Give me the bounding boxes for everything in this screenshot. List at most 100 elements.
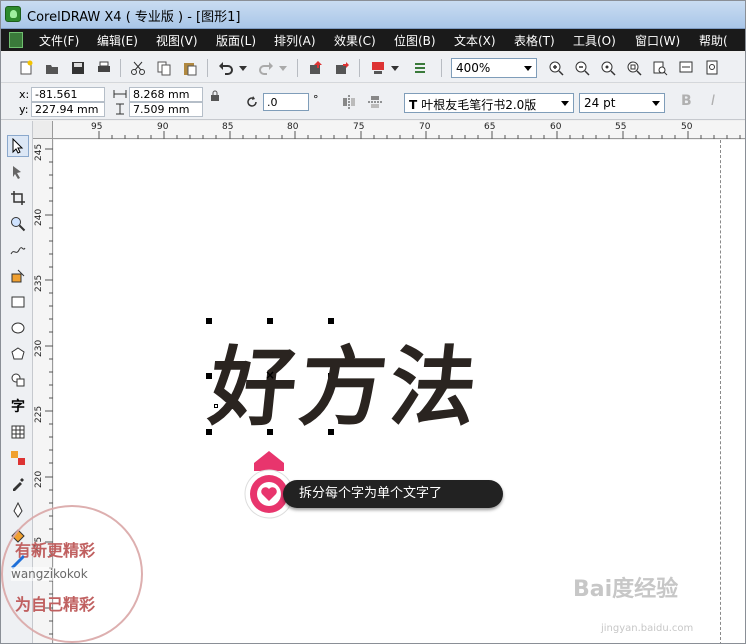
zoom-selected-icon[interactable] (597, 57, 619, 79)
menu-tools[interactable]: 工具(O) (573, 32, 616, 49)
rotation-icon (245, 95, 259, 109)
redo-icon[interactable] (255, 57, 277, 79)
document-icon[interactable] (9, 32, 23, 48)
horizontal-ruler[interactable]: 95 90 85 80 75 70 65 60 55 50 (33, 121, 745, 139)
horizontal-ruler-ticks (98, 131, 741, 139)
lock-ratio-icon[interactable] (209, 90, 221, 102)
menu-text[interactable]: 文本(X) (454, 32, 496, 49)
font-size-select[interactable]: 24 pt (579, 93, 665, 113)
italic-button[interactable]: I (711, 93, 715, 109)
y-label: y: (19, 103, 29, 116)
font-icon: T (409, 98, 418, 112)
width-field[interactable]: 8.268 mm (129, 87, 203, 102)
shape-tool-icon[interactable] (7, 161, 29, 183)
launcher-dropdown-icon[interactable] (389, 57, 401, 79)
x-position-field[interactable]: -81.561 mm (31, 87, 105, 114)
coreldraw-app-icon[interactable] (5, 6, 21, 22)
print-icon[interactable] (93, 57, 115, 79)
ruler-tick-label: 235 (34, 274, 44, 292)
font-size-value: 24 pt (584, 96, 616, 110)
bold-button[interactable]: B (681, 93, 692, 109)
zoom-out-icon[interactable] (571, 57, 593, 79)
menu-view[interactable]: 视图(V) (156, 32, 198, 49)
open-icon[interactable] (41, 57, 63, 79)
callout-caption: 拆分每个字为单个文字了 (283, 480, 503, 508)
freehand-tool-icon[interactable] (7, 239, 29, 261)
interactive-blend-tool-icon[interactable] (7, 447, 29, 469)
text-tool-icon[interactable]: 字 (7, 395, 29, 417)
menu-file[interactable]: 文件(F) (39, 32, 79, 49)
title-bar: CorelDRAW X4 ( 专业版 ) - [图形1] (1, 1, 745, 29)
ruler-tick-label: 230 (34, 339, 44, 357)
toolbar-separator (297, 59, 298, 77)
zoom-level-select[interactable]: 400% (451, 58, 537, 78)
zoom-in-icon[interactable] (545, 57, 567, 79)
save-icon[interactable] (67, 57, 89, 79)
undo-icon[interactable] (215, 57, 237, 79)
outline-pen-tool-icon[interactable] (7, 499, 29, 521)
eyedropper-tool-icon[interactable] (7, 473, 29, 495)
zoom-tool-icon[interactable] (7, 213, 29, 235)
paste-icon[interactable] (179, 57, 201, 79)
menu-bar: 文件(F) 编辑(E) 视图(V) 版面(L) 排列(A) 效果(C) 位图(B… (1, 29, 745, 51)
y-position-field[interactable]: 227.94 mm (31, 102, 105, 117)
cut-icon[interactable] (127, 57, 149, 79)
undo-dropdown-icon[interactable] (237, 57, 249, 79)
menu-bitmaps[interactable]: 位图(B) (394, 32, 436, 49)
zoom-all-objects-icon[interactable] (623, 57, 645, 79)
text-node-handle[interactable] (214, 404, 218, 408)
canvas-text-object[interactable]: 好方法 (204, 317, 487, 442)
smart-fill-tool-icon[interactable] (7, 265, 29, 287)
watermark-line-2: wangzikokok (11, 567, 88, 581)
baidu-jingyan-url: jingyan.baidu.com (601, 623, 694, 634)
menu-arrange[interactable]: 排列(A) (274, 32, 316, 49)
import-icon[interactable] (305, 57, 327, 79)
chevron-down-icon (561, 101, 569, 106)
options-icon[interactable] (409, 57, 431, 79)
toolbar-separator (207, 59, 208, 77)
font-family-value: 叶根友毛笔行书2.0版 (421, 98, 537, 112)
zoom-level-value: 400% (456, 61, 491, 75)
toolbar-separator (359, 59, 360, 77)
selection-handle[interactable] (206, 318, 212, 324)
polygon-tool-icon[interactable] (7, 343, 29, 365)
pick-tool-icon[interactable] (7, 135, 29, 157)
zoom-page-height-icon[interactable] (701, 57, 723, 79)
menu-table[interactable]: 表格(T) (514, 32, 555, 49)
table-tool-icon[interactable] (7, 421, 29, 443)
height-icon (113, 103, 127, 115)
redo-dropdown-icon[interactable] (277, 57, 289, 79)
basic-shapes-tool-icon[interactable] (7, 369, 29, 391)
page-border (720, 140, 721, 643)
menu-layout[interactable]: 版面(L) (216, 32, 256, 49)
font-family-select[interactable]: T 叶根友毛笔行书2.0版 (404, 93, 574, 113)
mirror-vertical-icon[interactable] (367, 94, 383, 110)
watermark-line-1: 有新更精彩 (15, 541, 96, 560)
copy-icon[interactable] (153, 57, 175, 79)
menu-effects[interactable]: 效果(C) (334, 32, 376, 49)
export-icon[interactable] (331, 57, 353, 79)
ruler-tick-label: 240 (34, 208, 44, 226)
menu-window[interactable]: 窗口(W) (635, 32, 680, 49)
application-window: CorelDRAW X4 ( 专业版 ) - [图形1] 文件(F) 编辑(E)… (0, 0, 746, 644)
baidu-jingyan-logo: Bai度经验 (573, 577, 679, 602)
rectangle-tool-icon[interactable] (7, 291, 29, 313)
mirror-horizontal-icon[interactable] (341, 94, 357, 110)
menu-help[interactable]: 帮助( (699, 32, 728, 49)
application-launcher-icon[interactable] (367, 57, 389, 79)
standard-toolbar (1, 53, 745, 83)
ellipse-tool-icon[interactable] (7, 317, 29, 339)
new-document-icon[interactable] (15, 57, 37, 79)
ruler-tick-label: 220 (34, 470, 44, 488)
height-field[interactable]: 7.509 mm (129, 102, 203, 117)
ruler-tick-label: 245 (34, 143, 44, 161)
zoom-page-icon[interactable] (649, 57, 671, 79)
rotation-angle-field[interactable]: .0 (263, 93, 309, 111)
zoom-page-width-icon[interactable] (675, 57, 697, 79)
ruler-origin[interactable] (33, 121, 53, 139)
chevron-down-icon (524, 66, 532, 71)
degree-symbol: ° (313, 93, 319, 106)
ruler-tick-label: 225 (34, 405, 44, 423)
menu-edit[interactable]: 编辑(E) (97, 32, 138, 49)
crop-tool-icon[interactable] (7, 187, 29, 209)
